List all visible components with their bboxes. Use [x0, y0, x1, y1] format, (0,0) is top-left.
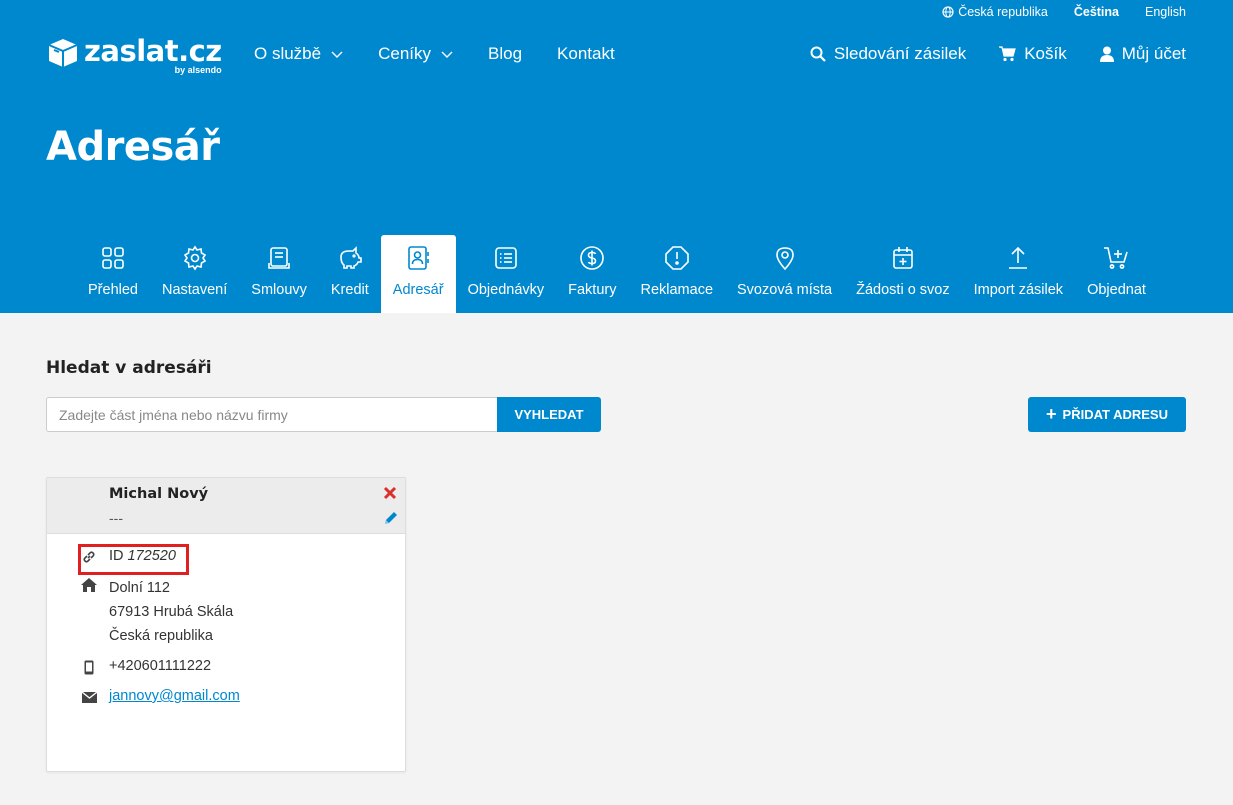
cart-plus-icon	[1104, 247, 1129, 269]
tab-label: Objednávky	[467, 282, 545, 298]
plus-icon: +	[1046, 404, 1057, 424]
edit-pencil-icon[interactable]	[383, 510, 399, 526]
tab-label: Faktury	[568, 282, 617, 298]
tab-address-book[interactable]: Adresář	[380, 235, 456, 313]
tab-label: Žádosti o svoz	[856, 282, 950, 298]
gear-icon	[183, 245, 206, 271]
tab-orders[interactable]: Objednávky	[456, 235, 557, 313]
contact-id-row: ID 172520	[81, 548, 176, 565]
account-label: Můj účet	[1121, 44, 1186, 63]
tab-label: Reklamace	[640, 282, 714, 298]
contact-phone-row: +420601111222	[81, 658, 211, 675]
chevron-down-icon	[441, 51, 453, 58]
tab-complaints[interactable]: Reklamace	[628, 235, 725, 313]
tab-label: Objednat	[1087, 282, 1146, 298]
tab-label: Adresář	[392, 282, 444, 298]
logo-box-icon	[48, 39, 78, 67]
contact-id: ID 172520	[109, 548, 176, 564]
tab-label: Svozová místa	[737, 282, 833, 298]
contact-phone: +420601111222	[109, 658, 212, 674]
search-input[interactable]	[46, 397, 497, 432]
tab-credit[interactable]: Kredit	[319, 235, 381, 313]
pin-icon	[775, 247, 794, 271]
delete-icon[interactable]	[383, 486, 397, 500]
nav-contact[interactable]: Kontakt	[557, 44, 615, 64]
page-title: Adresář	[46, 124, 220, 170]
dollar-icon	[580, 246, 605, 270]
tab-pickup-points[interactable]: Svozová místa	[725, 235, 844, 313]
tab-settings[interactable]: Nastavení	[150, 235, 239, 313]
tab-order-new[interactable]: Objednat	[1075, 235, 1158, 313]
upload-icon	[1009, 246, 1028, 269]
contact-name: Michal Nový	[109, 486, 209, 502]
country-label: Česká republika	[958, 5, 1048, 19]
address-city: 67913 Hrubá Skála	[109, 604, 234, 620]
nav-blog[interactable]: Blog	[488, 44, 522, 64]
tab-import[interactable]: Import zásilek	[962, 235, 1075, 313]
tab-overview[interactable]: Přehled	[76, 235, 150, 313]
tab-label: Nastavení	[161, 282, 228, 298]
search-title: Hledat v adresáři	[46, 358, 212, 378]
address-street: Dolní 112	[109, 580, 170, 596]
nav-prices[interactable]: Ceníky	[378, 44, 453, 64]
nav-about[interactable]: O službě	[254, 44, 343, 64]
contact-address-row: Dolní 112 67913 Hrubá Skála Česká republ…	[81, 576, 233, 648]
cart-label: Košík	[1024, 44, 1067, 63]
tab-invoices[interactable]: Faktury	[556, 235, 628, 313]
contact-company: ---	[109, 510, 123, 526]
address-country: Česká republika	[109, 628, 213, 644]
search-icon	[810, 46, 826, 62]
id-label: ID	[109, 548, 124, 564]
calendar-plus-icon	[893, 247, 913, 269]
tab-contracts[interactable]: Smlouvy	[239, 235, 319, 313]
id-value: 172520	[127, 548, 176, 564]
tab-label: Kredit	[330, 282, 369, 298]
phone-icon	[81, 659, 97, 675]
add-address-button[interactable]: + PŘIDAT ADRESU	[1028, 397, 1186, 432]
add-address-label: PŘIDAT ADRESU	[1062, 407, 1168, 422]
user-icon	[1099, 46, 1114, 62]
grid-icon	[102, 247, 124, 269]
logo[interactable]: zaslat.cz by alsendo	[46, 37, 222, 75]
user-nav: Sledování zásilek Košík Můj účet	[777, 44, 1186, 64]
contact-email-row: jannovy@gmail.com	[81, 688, 240, 705]
contract-icon	[268, 247, 290, 269]
alert-icon	[664, 246, 689, 270]
account-tabs: Přehled Nastavení Smlouvy Kredit Adresář…	[76, 235, 1158, 313]
tab-label: Přehled	[88, 282, 138, 298]
contact-email-link[interactable]: jannovy@gmail.com	[109, 688, 240, 704]
address-book-icon	[408, 246, 429, 270]
chevron-down-icon	[331, 51, 343, 58]
logo-name: zaslat.cz	[84, 34, 222, 68]
tab-label: Import zásilek	[973, 282, 1064, 298]
lang-english[interactable]: English	[1145, 5, 1186, 19]
tracking-label: Sledování zásilek	[833, 44, 967, 63]
link-icon	[81, 549, 97, 565]
tab-label: Smlouvy	[251, 282, 307, 298]
address-card-header: Michal Nový ---	[47, 478, 405, 534]
globe-icon	[942, 6, 954, 18]
cart-link[interactable]: Košík	[999, 44, 1067, 64]
nav-about-label: O službě	[254, 44, 322, 63]
tracking-link[interactable]: Sledování zásilek	[810, 44, 966, 64]
nav-prices-label: Ceníky	[378, 44, 432, 63]
search-form: VYHLEDAT	[46, 397, 601, 432]
account-link[interactable]: Můj účet	[1099, 44, 1186, 64]
address-card: Michal Nový --- ID 172520 Dolní 112 6791…	[46, 477, 406, 772]
topbar: Česká republika Čeština English	[916, 5, 1186, 19]
home-icon	[81, 577, 97, 593]
site-header: Česká republika Čeština English zaslat.c…	[0, 0, 1233, 313]
tab-pickup-requests[interactable]: Žádosti o svoz	[844, 235, 962, 313]
lang-czech[interactable]: Čeština	[1074, 5, 1119, 19]
cart-icon	[999, 46, 1017, 62]
envelope-icon	[81, 689, 97, 705]
list-icon	[495, 247, 517, 269]
piggy-bank-icon	[340, 246, 362, 269]
search-button[interactable]: VYHLEDAT	[497, 397, 601, 432]
main-nav: O službě Ceníky Blog Kontakt	[254, 44, 650, 64]
country-selector[interactable]: Česká republika	[942, 5, 1048, 19]
